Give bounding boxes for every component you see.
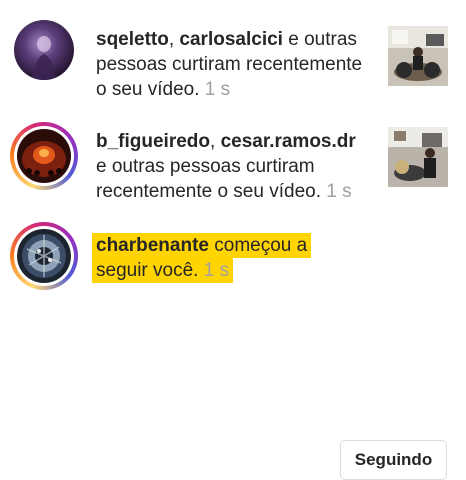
notification-text: b_figueiredo, cesar.ramos.dr e outras pe… [96, 131, 356, 202]
username-link[interactable]: sqeletto [96, 29, 169, 50]
timestamp: 1 s [320, 181, 352, 202]
timestamp: 1 s [198, 260, 230, 281]
username-link[interactable]: cesar.ramos.dr [221, 131, 356, 152]
avatar-story-ring[interactable] [10, 222, 78, 290]
notification-item[interactable]: charbenante começou a seguir você. 1 s S… [0, 205, 466, 480]
username-link[interactable]: carlosalcici [179, 29, 283, 50]
notification-item[interactable]: sqeletto, carlosalcici e outras pessoas … [0, 0, 466, 105]
text-highlight: charbenante começou a [92, 233, 312, 258]
post-thumbnail[interactable] [388, 26, 448, 86]
following-button[interactable]: Seguindo [340, 440, 447, 480]
notification-text: sqeletto, carlosalcici e outras pessoas … [96, 29, 363, 100]
username-link[interactable]: charbenante [96, 235, 209, 256]
avatar-story-ring[interactable] [10, 122, 78, 190]
avatar[interactable] [14, 20, 74, 80]
avatar [17, 129, 71, 183]
notification-item[interactable]: b_figueiredo, cesar.ramos.dr e outras pe… [0, 105, 466, 205]
notification-text: charbenante começou a seguir você. 1 s [92, 233, 322, 283]
timestamp: 1 s [199, 79, 231, 100]
avatar [17, 229, 71, 283]
text-highlight: seguir você. 1 s [92, 258, 234, 283]
username-link[interactable]: b_figueiredo [96, 131, 210, 152]
post-thumbnail[interactable] [388, 127, 448, 187]
